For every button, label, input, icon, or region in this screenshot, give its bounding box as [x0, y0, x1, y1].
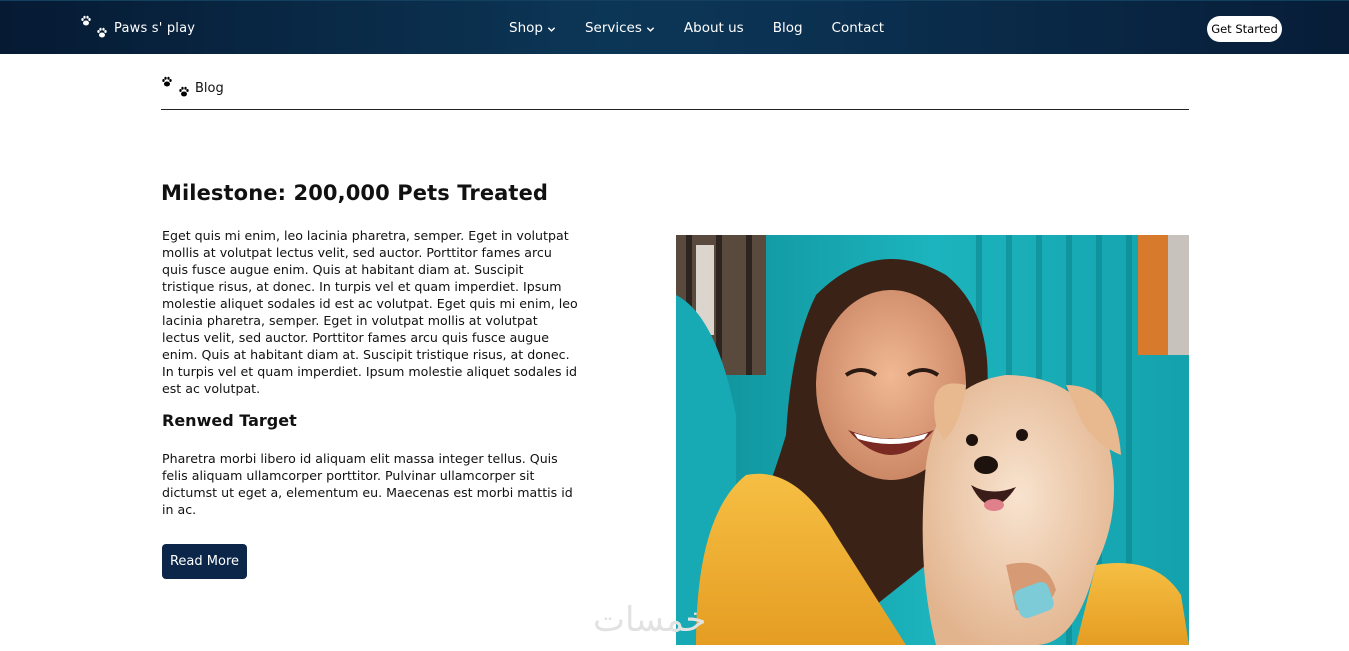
nav-item-blog[interactable]: Blog: [773, 20, 803, 36]
watermark-text: خمسات: [593, 600, 707, 640]
nav-label-blog: Blog: [772, 20, 803, 36]
nav-label-contact: Contact: [831, 20, 885, 36]
article-subheading: Renwed Target: [162, 411, 297, 430]
get-started-button[interactable]: Get Started: [1207, 16, 1282, 42]
breadcrumb: Blog: [161, 76, 1189, 110]
nav-label-about: About us: [683, 20, 744, 36]
brand-logo[interactable]: Paws s' play: [80, 15, 195, 41]
nav-item-services[interactable]: Services: [585, 20, 655, 36]
read-more-button[interactable]: Read More: [162, 544, 247, 579]
brand-name: Paws s' play: [114, 21, 196, 36]
chevron-down-icon: [646, 25, 655, 34]
paw-prints-icon: [80, 15, 112, 41]
paw-prints-icon: [161, 76, 193, 102]
top-navbar: Paws s' play Shop Services About us Blog…: [0, 0, 1349, 54]
main-nav: Shop Services About us Blog Contact: [509, 20, 884, 36]
nav-item-shop[interactable]: Shop: [509, 20, 556, 36]
article-photo: [676, 235, 1189, 645]
nav-item-contact[interactable]: Contact: [832, 20, 885, 36]
article-title: Milestone: 200,000 Pets Treated: [161, 181, 549, 205]
nav-item-about[interactable]: About us: [684, 20, 744, 36]
breadcrumb-label: Blog: [195, 81, 224, 96]
nav-label-services: Services: [584, 20, 642, 36]
article-body-secondary: Pharetra morbi libero id aliquam elit ma…: [162, 451, 573, 517]
nav-label-shop: Shop: [509, 20, 543, 36]
chevron-down-icon: [547, 25, 556, 34]
article-body: Eget quis mi enim, leo lacinia pharetra,…: [162, 228, 578, 396]
